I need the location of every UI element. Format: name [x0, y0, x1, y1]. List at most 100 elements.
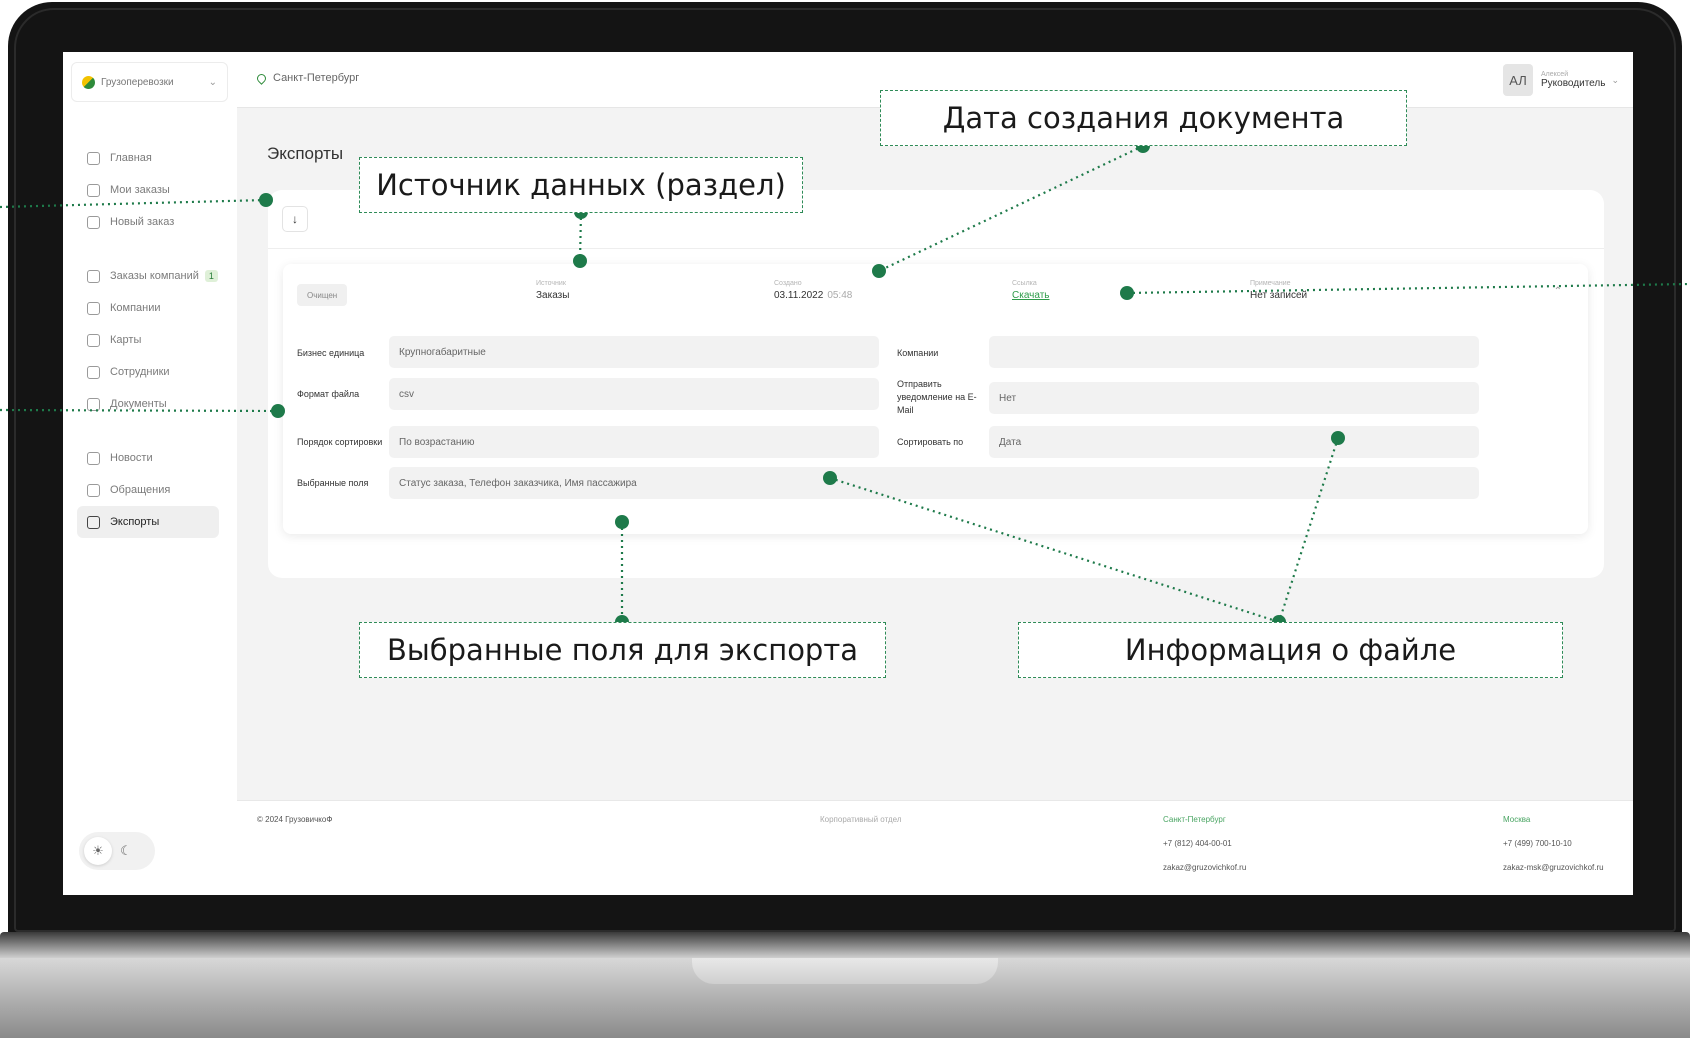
copyright: © 2024 ГрузовичкоФ: [257, 815, 333, 824]
documents-icon: [87, 397, 100, 411]
link-meta: Ссылка Скачать: [1012, 280, 1050, 301]
source-label: Источник: [536, 280, 566, 287]
link-label: Ссылка: [1012, 280, 1037, 287]
notify-field: Нет: [989, 382, 1479, 414]
bell-icon: [87, 483, 100, 497]
export-icon: [87, 515, 100, 529]
annotation-selected-fields: Выбранные поля для экспорта: [359, 622, 886, 678]
footer-spb-email[interactable]: zakaz@gruzovichkof.ru: [1163, 863, 1246, 872]
sidebar-item-companies[interactable]: Компании: [77, 292, 219, 324]
company-logo-icon: [82, 75, 95, 89]
sidebar-item-home[interactable]: Главная: [77, 142, 219, 174]
sidebar-item-my-orders[interactable]: Мои заказы: [77, 174, 219, 206]
business-unit-label: Бизнес единица: [297, 348, 365, 358]
sidebar-item-label: Карты: [110, 334, 142, 346]
count-badge: 1: [204, 270, 218, 282]
employees-icon: [87, 365, 100, 379]
footer-dept: Корпоративный отдел: [820, 815, 902, 824]
download-button[interactable]: ↓: [282, 206, 308, 232]
company-name: Грузоперевозки: [101, 76, 174, 88]
file-format-field: csv: [389, 378, 879, 410]
created-meta: Создано 03.11.2022 05:48: [774, 280, 852, 301]
created-label: Создано: [774, 280, 802, 287]
user-menu[interactable]: АЛ Алексей Руководитель ⌄: [1503, 64, 1619, 96]
user-role: Руководитель: [1541, 78, 1606, 89]
cards-icon: [87, 333, 100, 347]
sort-order-label: Порядок сортировки: [297, 437, 383, 447]
sidebar-item-company-orders[interactable]: Заказы компаний 1: [77, 260, 219, 292]
sidebar-item-label: Главная: [110, 152, 152, 164]
companies-label: Компании: [897, 348, 939, 358]
sidebar-item-employees[interactable]: Сотрудники: [77, 356, 219, 388]
extra-label: Примечание: [1250, 280, 1291, 287]
sidebar-item-label: Обращения: [110, 484, 171, 496]
sort-by-label: Сортировать по: [897, 437, 964, 447]
app-screen: Грузоперевозки ⌄ Главная Мои заказы Новы…: [63, 52, 1633, 895]
user-name: Алексей: [1541, 71, 1569, 78]
news-icon: [87, 451, 100, 465]
laptop-base: [0, 932, 1690, 1038]
sort-by-field: Дата: [989, 426, 1479, 458]
extra-value: Нет записей: [1250, 290, 1308, 301]
download-link[interactable]: Скачать: [1012, 290, 1050, 301]
sidebar: Грузоперевозки ⌄ Главная Мои заказы Новы…: [63, 52, 237, 895]
selected-fields-field: Статус заказа, Телефон заказчика, Имя па…: [389, 467, 1479, 499]
new-order-icon: [87, 215, 100, 229]
chevron-down-icon: ⌄: [208, 76, 217, 88]
company-orders-icon: [87, 269, 100, 283]
chevron-down-icon: ⌄: [1611, 74, 1619, 85]
annotation-file-info: Информация о файле: [1018, 622, 1563, 678]
footer-spb-city: Санкт-Петербург: [1163, 815, 1226, 824]
sidebar-item-label: Новый заказ: [110, 216, 175, 228]
source-value: Заказы: [536, 290, 570, 301]
location-pin-icon: [255, 71, 268, 85]
export-item-card: Очищен Источник Заказы Создано 03.11.202…: [283, 264, 1588, 534]
footer-msk-email[interactable]: zakaz-msk@gruzovichkof.ru: [1503, 863, 1604, 872]
exports-panel: ↓ Очищен Источник Заказы Создано 03.11.2…: [268, 190, 1604, 578]
footer-spb-phone[interactable]: +7 (812) 404-00-01: [1163, 839, 1232, 848]
created-time: 05:48: [827, 290, 853, 301]
sidebar-item-appeals[interactable]: Обращения: [77, 474, 219, 506]
divider: [268, 248, 1604, 249]
avatar: АЛ: [1503, 64, 1534, 96]
companies-field: [989, 336, 1479, 368]
sidebar-item-label: Документы: [110, 398, 167, 410]
sidebar-item-news[interactable]: Новости: [77, 442, 219, 474]
source-meta: Источник Заказы: [536, 280, 569, 301]
city-name: Санкт-Петербург: [273, 72, 360, 84]
sidebar-item-label: Заказы компаний: [110, 270, 199, 282]
footer-msk-phone[interactable]: +7 (499) 700-10-10: [1503, 839, 1572, 848]
footer-msk-city: Москва: [1503, 815, 1531, 824]
sidebar-item-cards[interactable]: Карты: [77, 324, 219, 356]
sidebar-item-label: Новости: [110, 452, 153, 464]
notify-label: Отправить уведомление на E-Mail: [897, 379, 977, 415]
annotation-created-date: Дата создания документа: [880, 90, 1407, 146]
orders-icon: [87, 183, 100, 197]
selected-fields-label: Выбранные поля: [297, 478, 369, 488]
laptop-hinge: [0, 932, 1690, 958]
sidebar-item-new-order[interactable]: Новый заказ: [77, 206, 219, 238]
companies-icon: [87, 301, 100, 315]
moon-icon[interactable]: ☾: [112, 837, 140, 865]
sidebar-item-label: Сотрудники: [110, 366, 170, 378]
home-icon: [87, 151, 100, 165]
status-badge: Очищен: [297, 284, 348, 306]
sidebar-item-label: Экспорты: [110, 516, 160, 528]
company-select[interactable]: Грузоперевозки ⌄: [71, 62, 228, 102]
footer: © 2024 ГрузовичкоФ Корпоративный отдел С…: [237, 800, 1633, 895]
city-selector[interactable]: Санкт-Петербург: [255, 71, 360, 85]
sun-icon[interactable]: ☀: [84, 837, 112, 865]
download-icon: ↓: [292, 212, 298, 226]
sidebar-item-exports[interactable]: Экспорты: [77, 506, 219, 538]
laptop-notch: [692, 958, 998, 984]
created-date: 03.11.2022: [774, 290, 824, 301]
annotation-data-source: Источник данных (раздел): [359, 157, 803, 213]
sidebar-item-label: Компании: [110, 302, 161, 314]
page-title: Экспорты: [267, 144, 344, 163]
sidebar-item-documents[interactable]: Документы: [77, 388, 219, 420]
theme-toggle[interactable]: ☀ ☾: [79, 832, 155, 870]
chevron-up-icon[interactable]: ⌃: [1554, 286, 1562, 297]
sidebar-item-label: Мои заказы: [110, 184, 170, 196]
sort-order-field: По возрастанию: [389, 426, 879, 458]
business-unit-field: Крупногабаритные: [389, 336, 879, 368]
